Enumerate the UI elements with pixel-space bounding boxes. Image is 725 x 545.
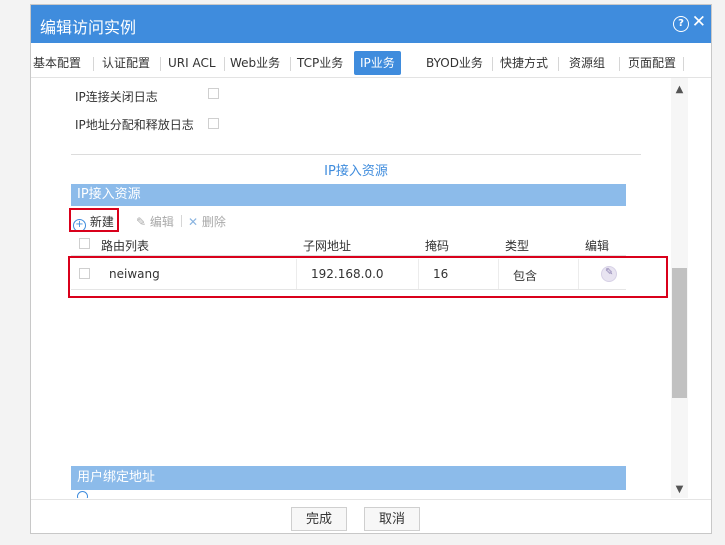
tab-separator bbox=[492, 57, 493, 71]
col-subnet: 子网地址 bbox=[303, 239, 352, 253]
cancel-button[interactable]: 取消 bbox=[364, 507, 420, 531]
col-route-list: 路由列表 bbox=[101, 239, 150, 253]
delete-button-label: 删除 bbox=[201, 215, 226, 229]
finish-button[interactable]: 完成 bbox=[291, 507, 347, 531]
tab-web-service[interactable]: Web业务 bbox=[230, 51, 280, 75]
dialog-titlebar: 编辑访问实例 ? ✕ bbox=[31, 5, 711, 43]
tab-separator bbox=[160, 57, 161, 71]
ip-alloc-log-checkbox[interactable] bbox=[208, 118, 219, 129]
pencil-icon: ✎ bbox=[136, 215, 147, 229]
tab-byod-service[interactable]: BYOD业务 bbox=[426, 51, 483, 75]
tab-separator bbox=[558, 57, 559, 71]
help-icon[interactable]: ? bbox=[673, 16, 689, 32]
row-highlight bbox=[68, 256, 668, 298]
ip-close-log-label: IP连接关闭日志 bbox=[75, 90, 158, 104]
tab-separator bbox=[93, 57, 94, 71]
grid-header: 路由列表 子网地址 掩码 类型 编辑 bbox=[71, 233, 626, 256]
tab-page-config[interactable]: 页面配置 bbox=[628, 51, 676, 75]
col-edit: 编辑 bbox=[585, 239, 610, 253]
col-mask: 掩码 bbox=[425, 239, 450, 253]
tab-separator bbox=[224, 57, 225, 71]
select-all-checkbox[interactable] bbox=[79, 238, 90, 249]
close-icon[interactable]: ✕ bbox=[692, 13, 706, 31]
col-type: 类型 bbox=[505, 239, 530, 253]
ip-access-section-title: IP接入资源 bbox=[324, 164, 388, 179]
ip-alloc-log-label: IP地址分配和释放日志 bbox=[75, 118, 194, 132]
tab-uri-acl[interactable]: URI ACL bbox=[168, 51, 216, 75]
dialog-title: 编辑访问实例 bbox=[40, 18, 137, 37]
scroll-down-arrow-icon[interactable]: ▼ bbox=[671, 483, 688, 497]
ip-access-panel-header: IP接入资源 bbox=[71, 184, 626, 206]
tab-bar: 基本配置 认证配置 URI ACL Web业务 TCP业务 IP业务 BYOD业… bbox=[31, 51, 711, 78]
add-circle-icon bbox=[77, 491, 88, 498]
delete-button[interactable]: ✕ 删除 bbox=[188, 213, 226, 230]
new-button-highlight bbox=[69, 208, 119, 232]
tab-separator bbox=[619, 57, 620, 71]
tab-separator bbox=[290, 57, 291, 71]
toolbar-separator bbox=[181, 215, 182, 227]
edit-button-label: 编辑 bbox=[149, 215, 174, 229]
user-bind-panel-header: 用户绑定地址 bbox=[71, 466, 626, 490]
scroll-up-arrow-icon[interactable]: ▲ bbox=[671, 83, 688, 97]
tab-shortcuts[interactable]: 快捷方式 bbox=[500, 51, 548, 75]
tab-auth-config[interactable]: 认证配置 bbox=[102, 51, 150, 75]
tab-separator bbox=[683, 57, 684, 71]
tab-basic-config[interactable]: 基本配置 bbox=[33, 51, 81, 75]
divider bbox=[71, 154, 641, 155]
edit-button[interactable]: ✎ 编辑 bbox=[136, 213, 174, 230]
ip-close-log-checkbox[interactable] bbox=[208, 88, 219, 99]
user-bind-panel-cutoff bbox=[71, 490, 626, 498]
tab-resource-group[interactable]: 资源组 bbox=[569, 51, 605, 75]
delete-x-icon: ✕ bbox=[188, 215, 199, 229]
edit-access-instance-dialog: 编辑访问实例 ? ✕ 基本配置 认证配置 URI ACL Web业务 TCP业务… bbox=[30, 4, 712, 534]
tab-ip-service[interactable]: IP业务 bbox=[354, 51, 401, 75]
tab-tcp-service[interactable]: TCP业务 bbox=[297, 51, 343, 75]
scrollbar-thumb[interactable] bbox=[672, 268, 687, 398]
dialog-footer: 完成 取消 bbox=[31, 499, 711, 533]
